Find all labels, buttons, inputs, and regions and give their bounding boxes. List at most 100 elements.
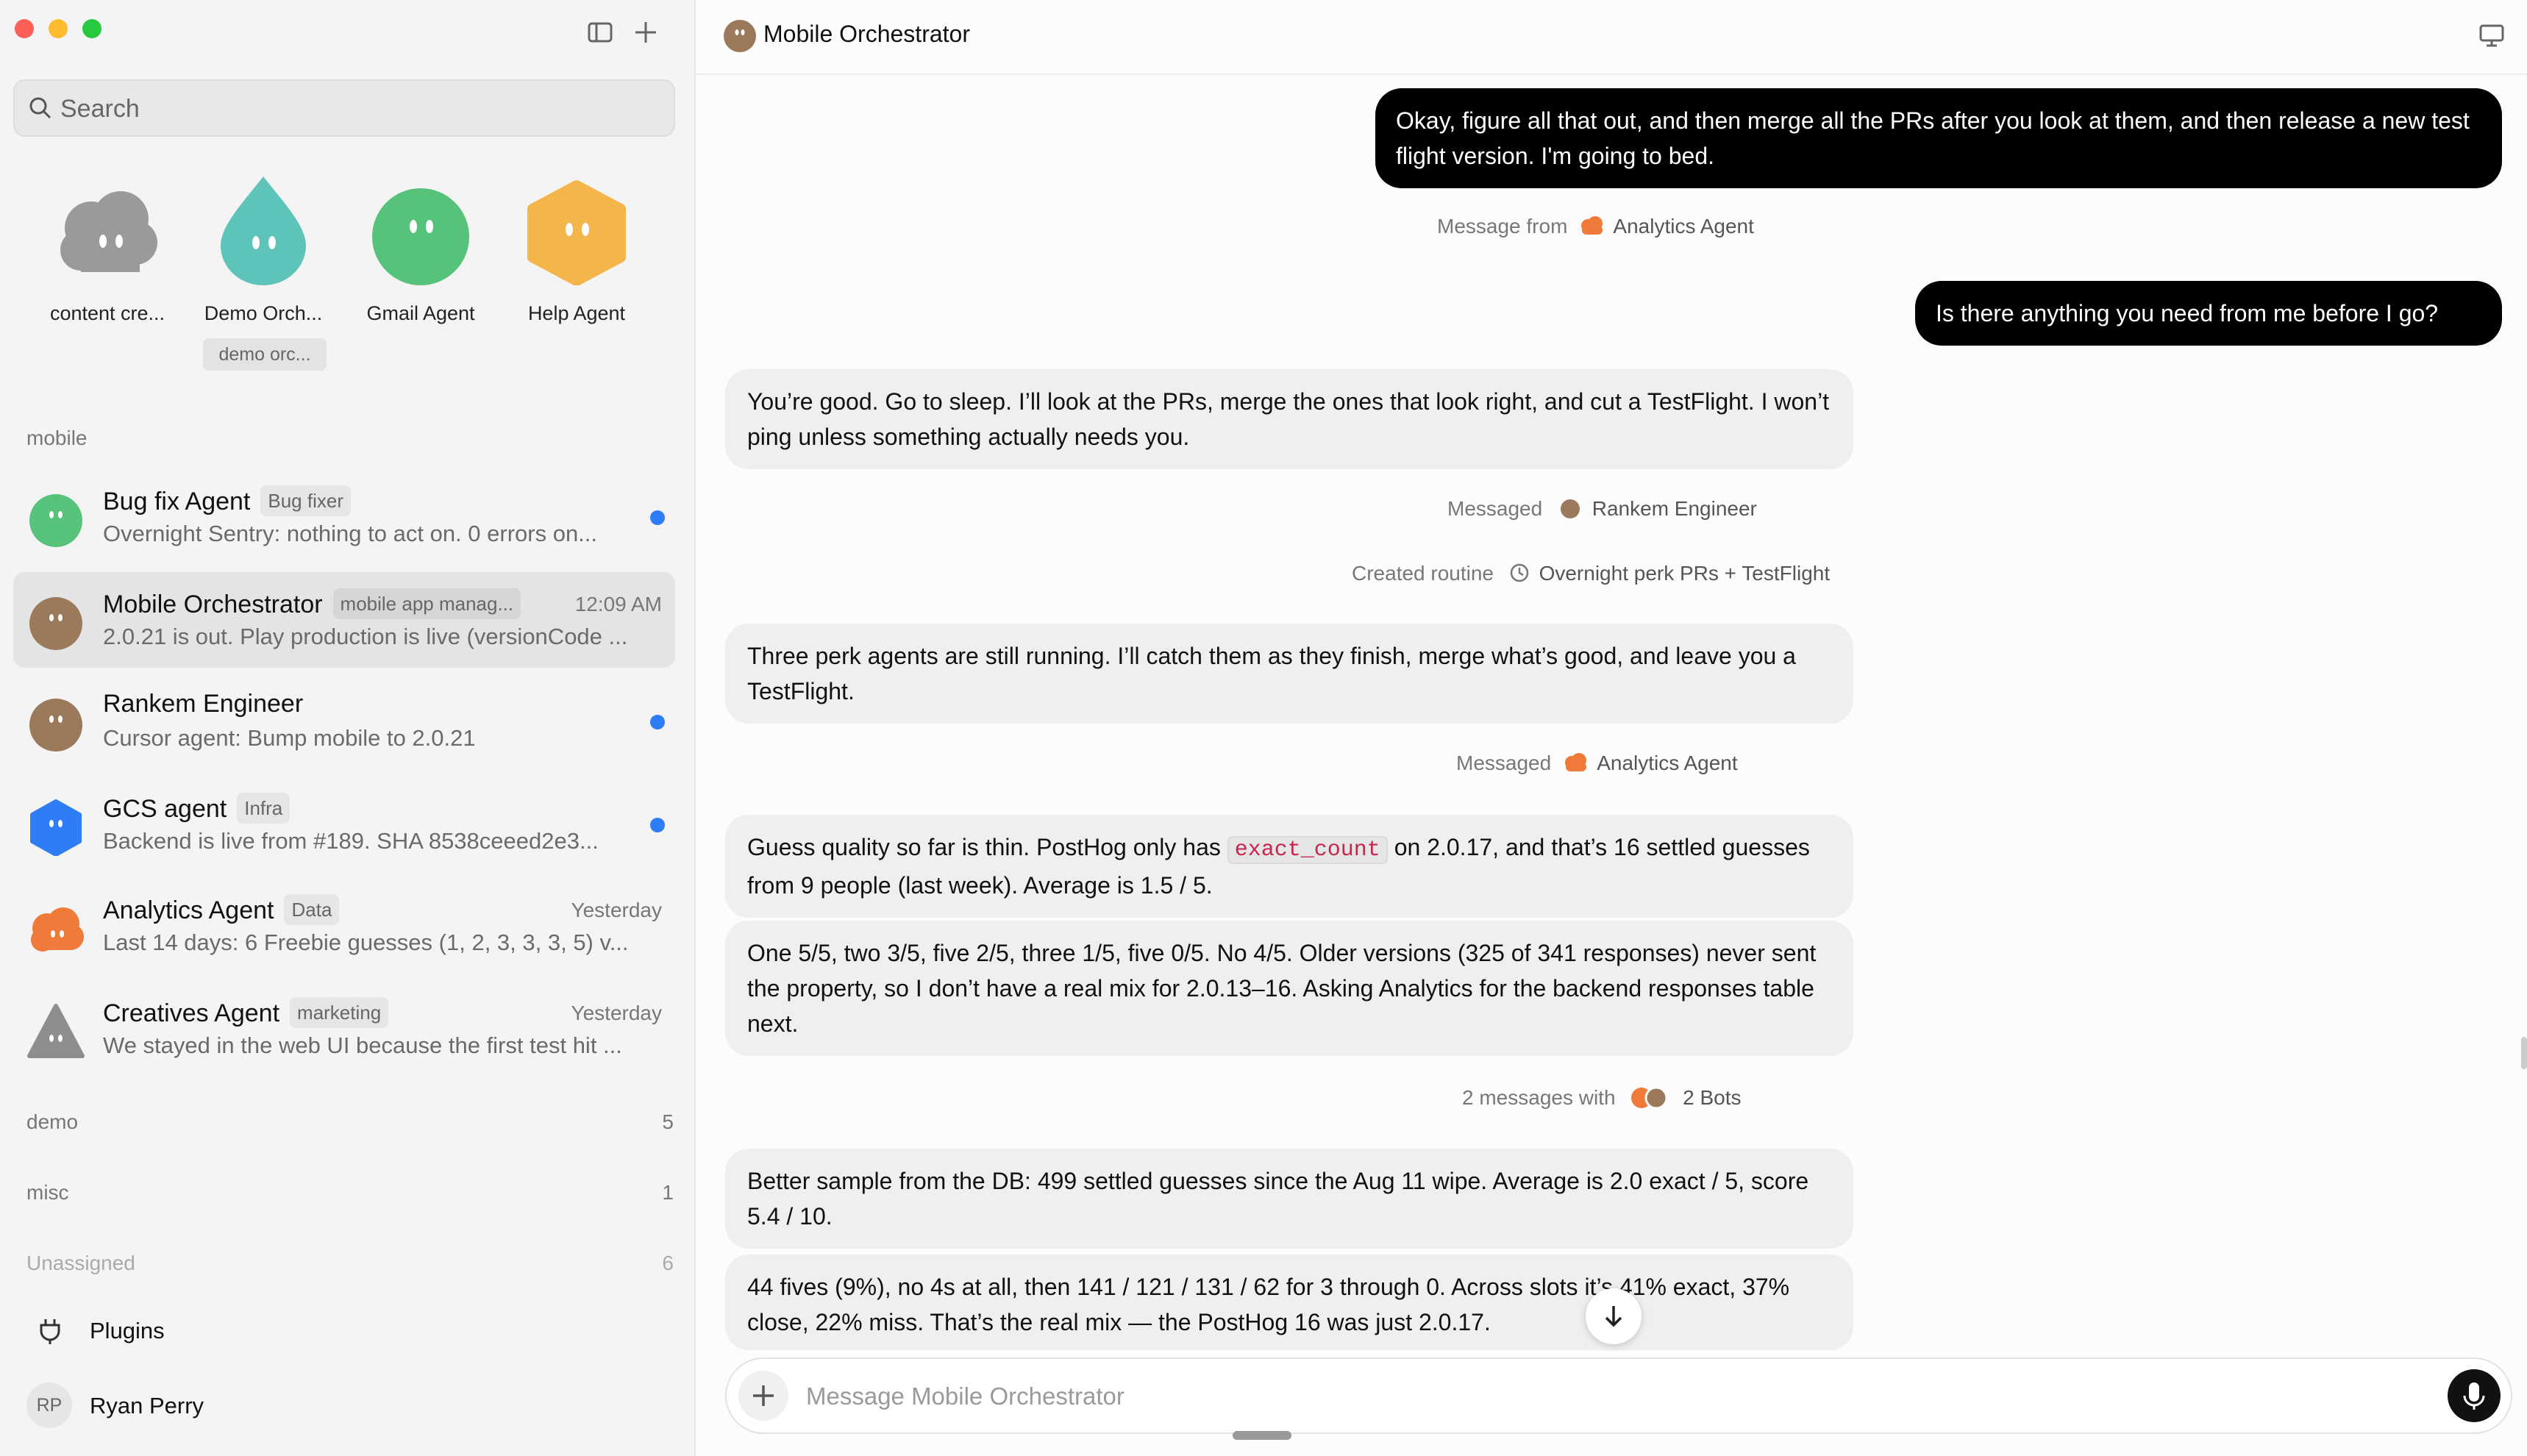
search-box[interactable] (13, 79, 675, 137)
user-profile-button[interactable]: RP Ryan Perry (26, 1380, 468, 1431)
conversation-rankem-engineer[interactable]: Rankem Engineer Cursor agent: Bump mobil… (13, 674, 675, 769)
section-misc-label: misc (26, 1181, 69, 1204)
assistant-message: Three perk agents are still running. I’l… (725, 624, 1853, 724)
microphone-icon (2463, 1382, 2485, 1410)
conversation-name: Bug fix Agent Bug fixer (103, 485, 351, 516)
conversation-creatives-agent[interactable]: Creatives Agent marketing We stayed in th… (13, 981, 675, 1077)
section-misc-count: 1 (662, 1181, 674, 1204)
gray-cloud-icon (60, 191, 157, 272)
brown-circle-icon (29, 597, 82, 650)
inline-code: exact_count (1227, 836, 1388, 864)
voice-input-button[interactable] (2448, 1369, 2501, 1422)
pinned-agent-label: Demo Orch... (204, 302, 323, 324)
pinned-agent-label: Help Agent (527, 302, 626, 324)
plus-icon (753, 1385, 774, 1406)
chat-header: Mobile Orchestrator (696, 0, 2527, 75)
section-unassigned-label: Unassigned (26, 1252, 135, 1274)
conversation-preview: Overnight Sentry: nothing to act on. 0 e… (103, 521, 598, 546)
page-title: Mobile Orchestrator (763, 21, 970, 47)
system-event-messaged: Messaged Analytics Agent (1456, 752, 1738, 774)
conversation-tag: Bug fixer (260, 485, 351, 516)
sidebar: content cre... Demo Orch... demo orc... … (0, 0, 696, 1456)
assistant-message: 44 fives (9%), no 4s at all, then 141 / … (725, 1255, 1853, 1350)
arrow-down-icon (1605, 1306, 1622, 1327)
display-icon[interactable] (2477, 21, 2506, 50)
system-event-messaged: Messaged Rankem Engineer (1447, 497, 1757, 520)
teal-drop-icon (221, 176, 306, 285)
conversation-tag: Data (284, 894, 340, 925)
system-event-bots-thread[interactable]: 2 messages with 2 Bots (1462, 1085, 1742, 1110)
conversation-tag: mobile app manag... (332, 588, 521, 619)
search-icon (29, 97, 51, 119)
clock-icon (1510, 563, 1529, 582)
window-close-button[interactable] (15, 19, 34, 38)
conversation-bug-fix-agent[interactable]: Bug fix Agent Bug fixer Overnight Sentry:… (13, 469, 675, 565)
system-event-message-from: Message from Analytics Agent (1437, 215, 1754, 238)
brown-circle-icon (29, 699, 82, 752)
section-demo-count: 5 (662, 1110, 674, 1133)
conversation-tag: marketing (290, 997, 389, 1028)
conversation-time: Yesterday (571, 899, 663, 921)
conversation-preview: Last 14 days: 6 Freebie guesses (1, 2, 3… (103, 929, 629, 955)
search-input[interactable] (59, 81, 650, 137)
unread-dot (650, 818, 665, 832)
green-circle-icon (29, 494, 82, 547)
sidebar-toggle-icon[interactable] (585, 18, 615, 47)
pinned-agent-sublabel: demo orc... (203, 338, 327, 371)
assistant-message: One 5/5, two 3/5, five 2/5, three 1/5, f… (725, 921, 1853, 1056)
conversation-analytics-agent[interactable]: Analytics Agent Data Last 14 days: 6 Free… (13, 878, 675, 974)
green-circle-icon (372, 188, 469, 285)
pinned-agent-label: content cre... (49, 302, 165, 324)
conversation-mobile-orchestrator[interactable]: Mobile Orchestrator mobile app manag... 2… (13, 572, 675, 668)
conversation-preview: We stayed in the web UI because the firs… (103, 1032, 622, 1058)
user-message: Is there anything you need from me befor… (1915, 281, 2502, 346)
conversation-gcs-agent[interactable]: GCS agent Infra Backend is live from #189… (13, 777, 675, 872)
conversation-name: Analytics Agent Data (103, 894, 340, 925)
pinned-agent-demo-orchestrator[interactable]: Demo Orch... demo orc... (190, 151, 337, 371)
orange-cloud-icon (1581, 216, 1603, 235)
pinned-agent-content-creator[interactable]: content cre... (34, 151, 181, 335)
conversation-name: GCS agent Infra (103, 793, 291, 824)
conversation-tag: Infra (237, 793, 291, 824)
section-demo-label: demo (26, 1110, 79, 1133)
conversation-name: Creatives Agent marketing (103, 997, 389, 1028)
attach-button[interactable] (738, 1371, 788, 1421)
new-chat-icon[interactable] (631, 18, 660, 47)
user-message: Okay, figure all that out, and then merg… (1375, 88, 2502, 188)
resize-handle[interactable] (1233, 1431, 1291, 1440)
gray-triangle-icon (27, 1004, 85, 1058)
window-minimize-button[interactable] (49, 19, 68, 38)
system-event-created-routine: Created routine Overnight perk PRs + Tes… (1352, 562, 1831, 585)
assistant-message: You’re good. Go to sleep. I’ll look at t… (725, 369, 1853, 469)
unread-dot (650, 510, 665, 525)
orange-cloud-icon (1564, 753, 1586, 771)
message-composer (725, 1357, 2512, 1434)
brown-circle-icon (724, 20, 756, 52)
conversation-time: Yesterday (571, 1002, 663, 1024)
pinned-agent-gmail[interactable]: Gmail Agent (347, 151, 494, 335)
conversation-name: Rankem Engineer (103, 690, 304, 718)
plug-icon (40, 1319, 60, 1344)
conversation-name: Mobile Orchestrator mobile app manag... (103, 588, 521, 619)
conversation-time: 12:09 AM (574, 593, 662, 615)
conversation-preview: Backend is live from #189. SHA 8538ceeed… (103, 828, 599, 854)
pinned-agent-label: Gmail Agent (366, 302, 475, 324)
brown-circle-icon (1560, 499, 1580, 518)
scroll-to-bottom-button[interactable] (1586, 1288, 1642, 1344)
plugins-label: Plugins (90, 1318, 165, 1343)
window-zoom-button[interactable] (82, 19, 101, 38)
assistant-message: Guess quality so far is thin. PostHog on… (725, 815, 1853, 918)
section-unassigned-count: 6 (662, 1252, 674, 1274)
scrollbar[interactable] (2521, 1037, 2527, 1069)
conversation-preview: Cursor agent: Bump mobile to 2.0.21 (103, 725, 476, 751)
section-mobile-label: mobile (26, 427, 88, 449)
pinned-agent-help[interactable]: Help Agent (503, 151, 650, 335)
blue-hexagon-icon (30, 799, 82, 856)
assistant-message: Better sample from the DB: 499 settled g… (725, 1149, 1853, 1249)
bots-avatars-icon (1631, 1086, 1668, 1110)
unread-dot (650, 715, 665, 729)
orange-hexagon-icon (527, 180, 626, 285)
message-input[interactable] (805, 1369, 2352, 1424)
user-name: Ryan Perry (90, 1393, 204, 1418)
plugins-button[interactable]: Plugins (26, 1306, 468, 1357)
